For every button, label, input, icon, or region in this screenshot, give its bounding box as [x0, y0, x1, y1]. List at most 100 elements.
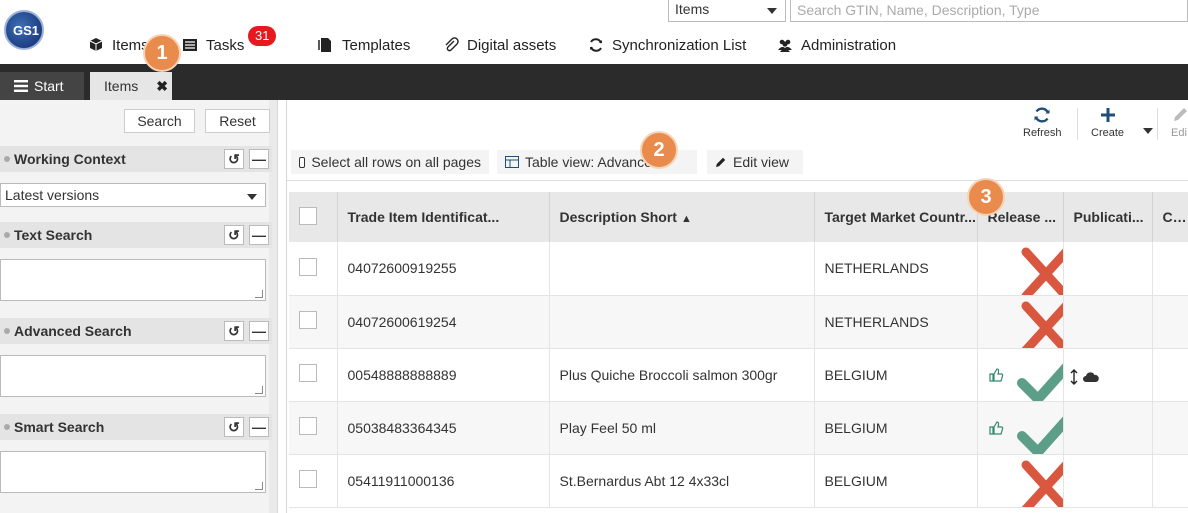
nav-sync-list-label: Synchronization List: [612, 36, 747, 54]
cic-state-cell: [1152, 348, 1188, 402]
cic-state-cell: [1152, 295, 1188, 349]
bullet-icon: [4, 424, 10, 430]
row-checkbox-cell[interactable]: [289, 295, 338, 349]
cross-status-icon: [1021, 460, 1062, 506]
column-header-publication[interactable]: Publicati...: [1063, 192, 1153, 242]
target-market-cell: BELGIUM: [814, 348, 978, 402]
row-checkbox-cell[interactable]: [289, 401, 338, 455]
nav-templates-label: Templates: [342, 36, 411, 54]
sync-icon: [590, 38, 602, 52]
tab-items-label: Items: [104, 78, 139, 94]
edit-button[interactable]: Edi: [1171, 106, 1188, 139]
table-row[interactable]: 04072600919255 NETHERLANDS: [289, 242, 1188, 296]
row-checkbox-cell[interactable]: [289, 242, 338, 296]
close-icon[interactable]: ✖: [156, 78, 168, 95]
checkbox-icon: [299, 156, 306, 168]
row-checkbox[interactable]: [299, 470, 317, 488]
column-header-label: Publicati...: [1073, 209, 1144, 225]
step-marker-2: 2: [640, 131, 678, 169]
smart-search-field[interactable]: [0, 451, 266, 493]
nav-templates[interactable]: Templates: [318, 34, 410, 56]
nav-administration[interactable]: Administration: [777, 34, 896, 56]
nav-items[interactable]: Items: [88, 34, 149, 56]
table-row[interactable]: 05411911000136 St.Bernardus Abt 12 4x33c…: [289, 454, 1188, 508]
section-text-search[interactable]: Text Search ↺ —: [0, 222, 272, 248]
global-search-input[interactable]: [790, 0, 1188, 22]
advanced-search-field[interactable]: [0, 355, 266, 397]
select-all-checkbox-cell[interactable]: [289, 192, 338, 242]
row-checkbox[interactable]: [299, 417, 317, 435]
row-checkbox[interactable]: [299, 257, 317, 276]
toolbar-divider: [1077, 108, 1078, 140]
collapse-section-button[interactable]: —: [249, 225, 269, 245]
items-table: Trade Item Identificat... Description Sh…: [289, 192, 1188, 508]
refresh-button[interactable]: Refresh: [1023, 106, 1062, 139]
nav-sync-list[interactable]: Synchronization List: [588, 34, 746, 56]
nav-digital-assets[interactable]: Digital assets: [443, 34, 556, 56]
row-checkbox[interactable]: [299, 364, 317, 382]
section-working-context[interactable]: Working Context ↺ —: [0, 146, 272, 172]
publication-cell: [1063, 242, 1153, 296]
chevron-down-icon: [247, 194, 257, 200]
items-main-panel: Refresh Create Edi Select all rows on al…: [286, 100, 1188, 513]
table-row[interactable]: 04072600619254 NETHERLANDS: [289, 295, 1188, 349]
create-dropdown-caret-icon[interactable]: [1143, 128, 1153, 134]
column-header-cic-state[interactable]: CIC State...: [1152, 192, 1188, 242]
row-checkbox-cell[interactable]: [289, 348, 338, 402]
collapse-section-button[interactable]: —: [249, 321, 269, 341]
collapse-section-button[interactable]: —: [249, 149, 269, 169]
bullet-icon: [4, 328, 10, 334]
select-all-rows-toggle[interactable]: Select all rows on all pages: [291, 150, 489, 174]
text-search-field[interactable]: [0, 259, 266, 301]
nav-tasks[interactable]: Tasks: [182, 34, 244, 56]
section-smart-search[interactable]: Smart Search ↺ —: [0, 414, 272, 440]
tab-start-label: Start: [34, 78, 64, 94]
release-cell: [977, 454, 1064, 508]
reset-section-button[interactable]: ↺: [224, 225, 244, 245]
publication-icons: [1070, 368, 1100, 385]
chevron-down-icon: [767, 8, 777, 14]
reset-button[interactable]: Reset: [205, 109, 270, 133]
target-market-cell: NETHERLANDS: [814, 242, 978, 296]
section-title: Text Search: [14, 227, 93, 243]
working-context-select[interactable]: Latest versions: [0, 183, 266, 207]
tab-start[interactable]: Start: [0, 72, 84, 100]
gtin-cell: 04072600619254: [337, 295, 550, 349]
publication-cell: [1063, 454, 1153, 508]
column-header-label: Trade Item Identificat...: [347, 209, 500, 225]
row-checkbox[interactable]: [299, 311, 317, 329]
check-status-icon: [1016, 416, 1062, 453]
search-button[interactable]: Search: [124, 109, 195, 133]
edit-view-button[interactable]: Edit view: [707, 150, 803, 174]
step-marker-1: 1: [143, 34, 181, 72]
column-header-target-market[interactable]: Target Market Countr...: [814, 192, 978, 242]
gtin-cell: 05411911000136: [337, 454, 550, 508]
cic-state-cell: [1152, 454, 1188, 508]
thumbs-up-icon: [988, 420, 1003, 435]
publication-cell: [1063, 401, 1153, 455]
cube-icon: [89, 38, 103, 51]
target-market-cell: BELGIUM: [814, 401, 978, 455]
row-checkbox-cell[interactable]: [289, 454, 338, 508]
cic-state-cell: [1152, 242, 1188, 296]
reset-section-button[interactable]: ↺: [224, 149, 244, 169]
search-scope-select[interactable]: Items: [668, 0, 786, 22]
table-row[interactable]: 00548888888889 Plus Quiche Broccoli salm…: [289, 348, 1188, 402]
gtin-cell: 05038483364345: [337, 401, 550, 455]
section-advanced-search[interactable]: Advanced Search ↺ —: [0, 318, 272, 344]
reset-section-button[interactable]: ↺: [224, 321, 244, 341]
description-cell: St.Bernardus Abt 12 4x33cl: [549, 454, 815, 508]
column-header-description[interactable]: Description Short ▲: [549, 192, 815, 242]
reset-section-button[interactable]: ↺: [224, 417, 244, 437]
column-header-gtin[interactable]: Trade Item Identificat...: [337, 192, 550, 242]
create-button[interactable]: Create: [1091, 106, 1124, 139]
description-cell: [549, 242, 815, 296]
tab-items[interactable]: Items ✖: [90, 72, 172, 100]
description-cell: [549, 295, 815, 349]
column-header-label: CIC State...: [1162, 209, 1188, 225]
gs1-logo[interactable]: GS1: [4, 10, 44, 50]
release-cell: [977, 348, 1064, 402]
table-row[interactable]: 05038483364345 Play Feel 50 ml BELGIUM: [289, 401, 1188, 455]
row-checkbox[interactable]: [299, 206, 317, 225]
collapse-section-button[interactable]: —: [249, 417, 269, 437]
